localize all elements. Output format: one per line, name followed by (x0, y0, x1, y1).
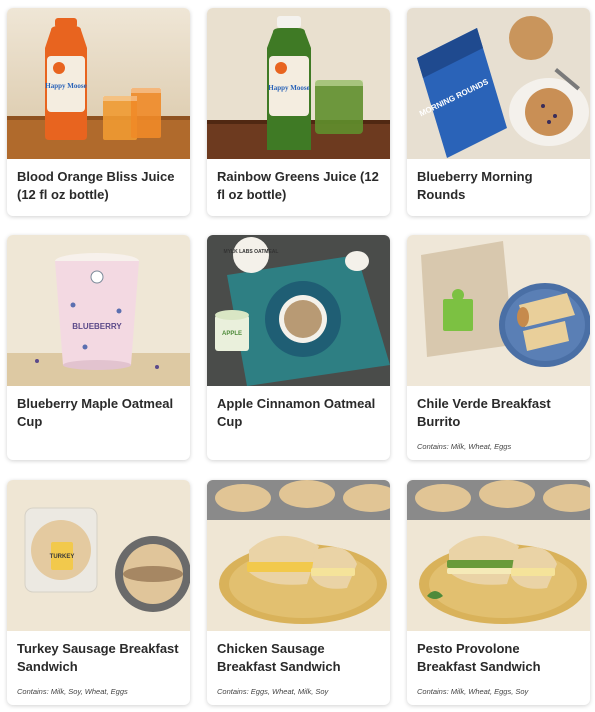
product-name[interactable]: Blueberry Morning Rounds (417, 168, 581, 204)
product-image-turkey-sausage-sandwich[interactable]: TURKEY (7, 480, 190, 631)
product-card-rainbow-greens-juice[interactable]: Happy Moose Rainbow Greens Juice (12 fl … (207, 8, 390, 216)
product-grid: Happy Moose Blood Orange Bliss Juice (12… (0, 0, 595, 712)
product-name[interactable]: Turkey Sausage Breakfast Sandwich (17, 640, 181, 676)
product-info: Blueberry Maple Oatmeal Cup (7, 386, 190, 431)
product-image-apple-cinnamon-oatmeal[interactable]: MYLK LABS OATMEAL APPLE (207, 235, 390, 386)
allergen-note: Contains: Eggs, Wheat, Milk, Soy (217, 687, 329, 696)
package-text: TURKEY (50, 554, 75, 560)
allergen-note: Contains: Milk, Soy, Wheat, Eggs (17, 687, 128, 696)
cup-text: APPLE (222, 331, 242, 337)
package-text: MYLK LABS OATMEAL (224, 249, 279, 255)
product-name[interactable]: Pesto Provolone Breakfast Sandwich (417, 640, 581, 676)
product-info: Chicken Sausage Breakfast Sandwich (207, 631, 390, 676)
product-card-chicken-sausage-sandwich[interactable]: Chicken Sausage Breakfast Sandwich Conta… (207, 480, 390, 705)
product-info: Blueberry Morning Rounds (407, 159, 590, 204)
allergen-note: Contains: Milk, Wheat, Eggs (417, 442, 512, 451)
product-card-turkey-sausage-sandwich[interactable]: TURKEY Turkey Sausage Breakfast Sandwich… (7, 480, 190, 705)
product-info: Rainbow Greens Juice (12 fl oz bottle) (207, 159, 390, 204)
product-name[interactable]: Blood Orange Bliss Juice (12 fl oz bottl… (17, 168, 181, 204)
allergen-note: Contains: Milk, Wheat, Eggs, Soy (417, 687, 529, 696)
product-card-blueberry-maple-oatmeal[interactable]: BLUEBERRY Blueberry Maple Oatmeal Cup (7, 235, 190, 460)
product-info: Pesto Provolone Breakfast Sandwich (407, 631, 590, 676)
product-info: Turkey Sausage Breakfast Sandwich (7, 631, 190, 676)
product-card-blood-orange-juice[interactable]: Happy Moose Blood Orange Bliss Juice (12… (7, 8, 190, 216)
product-image-pesto-provolone-sandwich[interactable] (407, 480, 590, 631)
product-image-chile-verde-burrito[interactable] (407, 235, 590, 386)
product-image-chicken-sausage-sandwich[interactable] (207, 480, 390, 631)
product-image-blood-orange-juice[interactable]: Happy Moose (7, 8, 190, 159)
brand-logo-text: Happy Moose (45, 82, 86, 90)
package-text: BLUEBERRY (72, 322, 122, 331)
product-card-blueberry-morning-rounds[interactable]: MORNING ROUNDS Blueberry Morning Rounds (407, 8, 590, 216)
product-name[interactable]: Blueberry Maple Oatmeal Cup (17, 395, 181, 431)
product-name[interactable]: Chicken Sausage Breakfast Sandwich (217, 640, 381, 676)
brand-logo-text: Happy Moose (268, 84, 309, 92)
product-image-blueberry-morning-rounds[interactable]: MORNING ROUNDS (407, 8, 590, 159)
product-info: Apple Cinnamon Oatmeal Cup (207, 386, 390, 431)
product-image-rainbow-greens-juice[interactable]: Happy Moose (207, 8, 390, 159)
product-name[interactable]: Apple Cinnamon Oatmeal Cup (217, 395, 381, 431)
product-name[interactable]: Rainbow Greens Juice (12 fl oz bottle) (217, 168, 381, 204)
product-info: Chile Verde Breakfast Burrito (407, 386, 590, 431)
product-image-blueberry-maple-oatmeal[interactable]: BLUEBERRY (7, 235, 190, 386)
product-name[interactable]: Chile Verde Breakfast Burrito (417, 395, 581, 431)
product-card-chile-verde-burrito[interactable]: Chile Verde Breakfast Burrito Contains: … (407, 235, 590, 460)
product-info: Blood Orange Bliss Juice (12 fl oz bottl… (7, 159, 190, 204)
product-card-pesto-provolone-sandwich[interactable]: Pesto Provolone Breakfast Sandwich Conta… (407, 480, 590, 705)
product-card-apple-cinnamon-oatmeal[interactable]: MYLK LABS OATMEAL APPLE Apple Cinnamon O… (207, 235, 390, 460)
